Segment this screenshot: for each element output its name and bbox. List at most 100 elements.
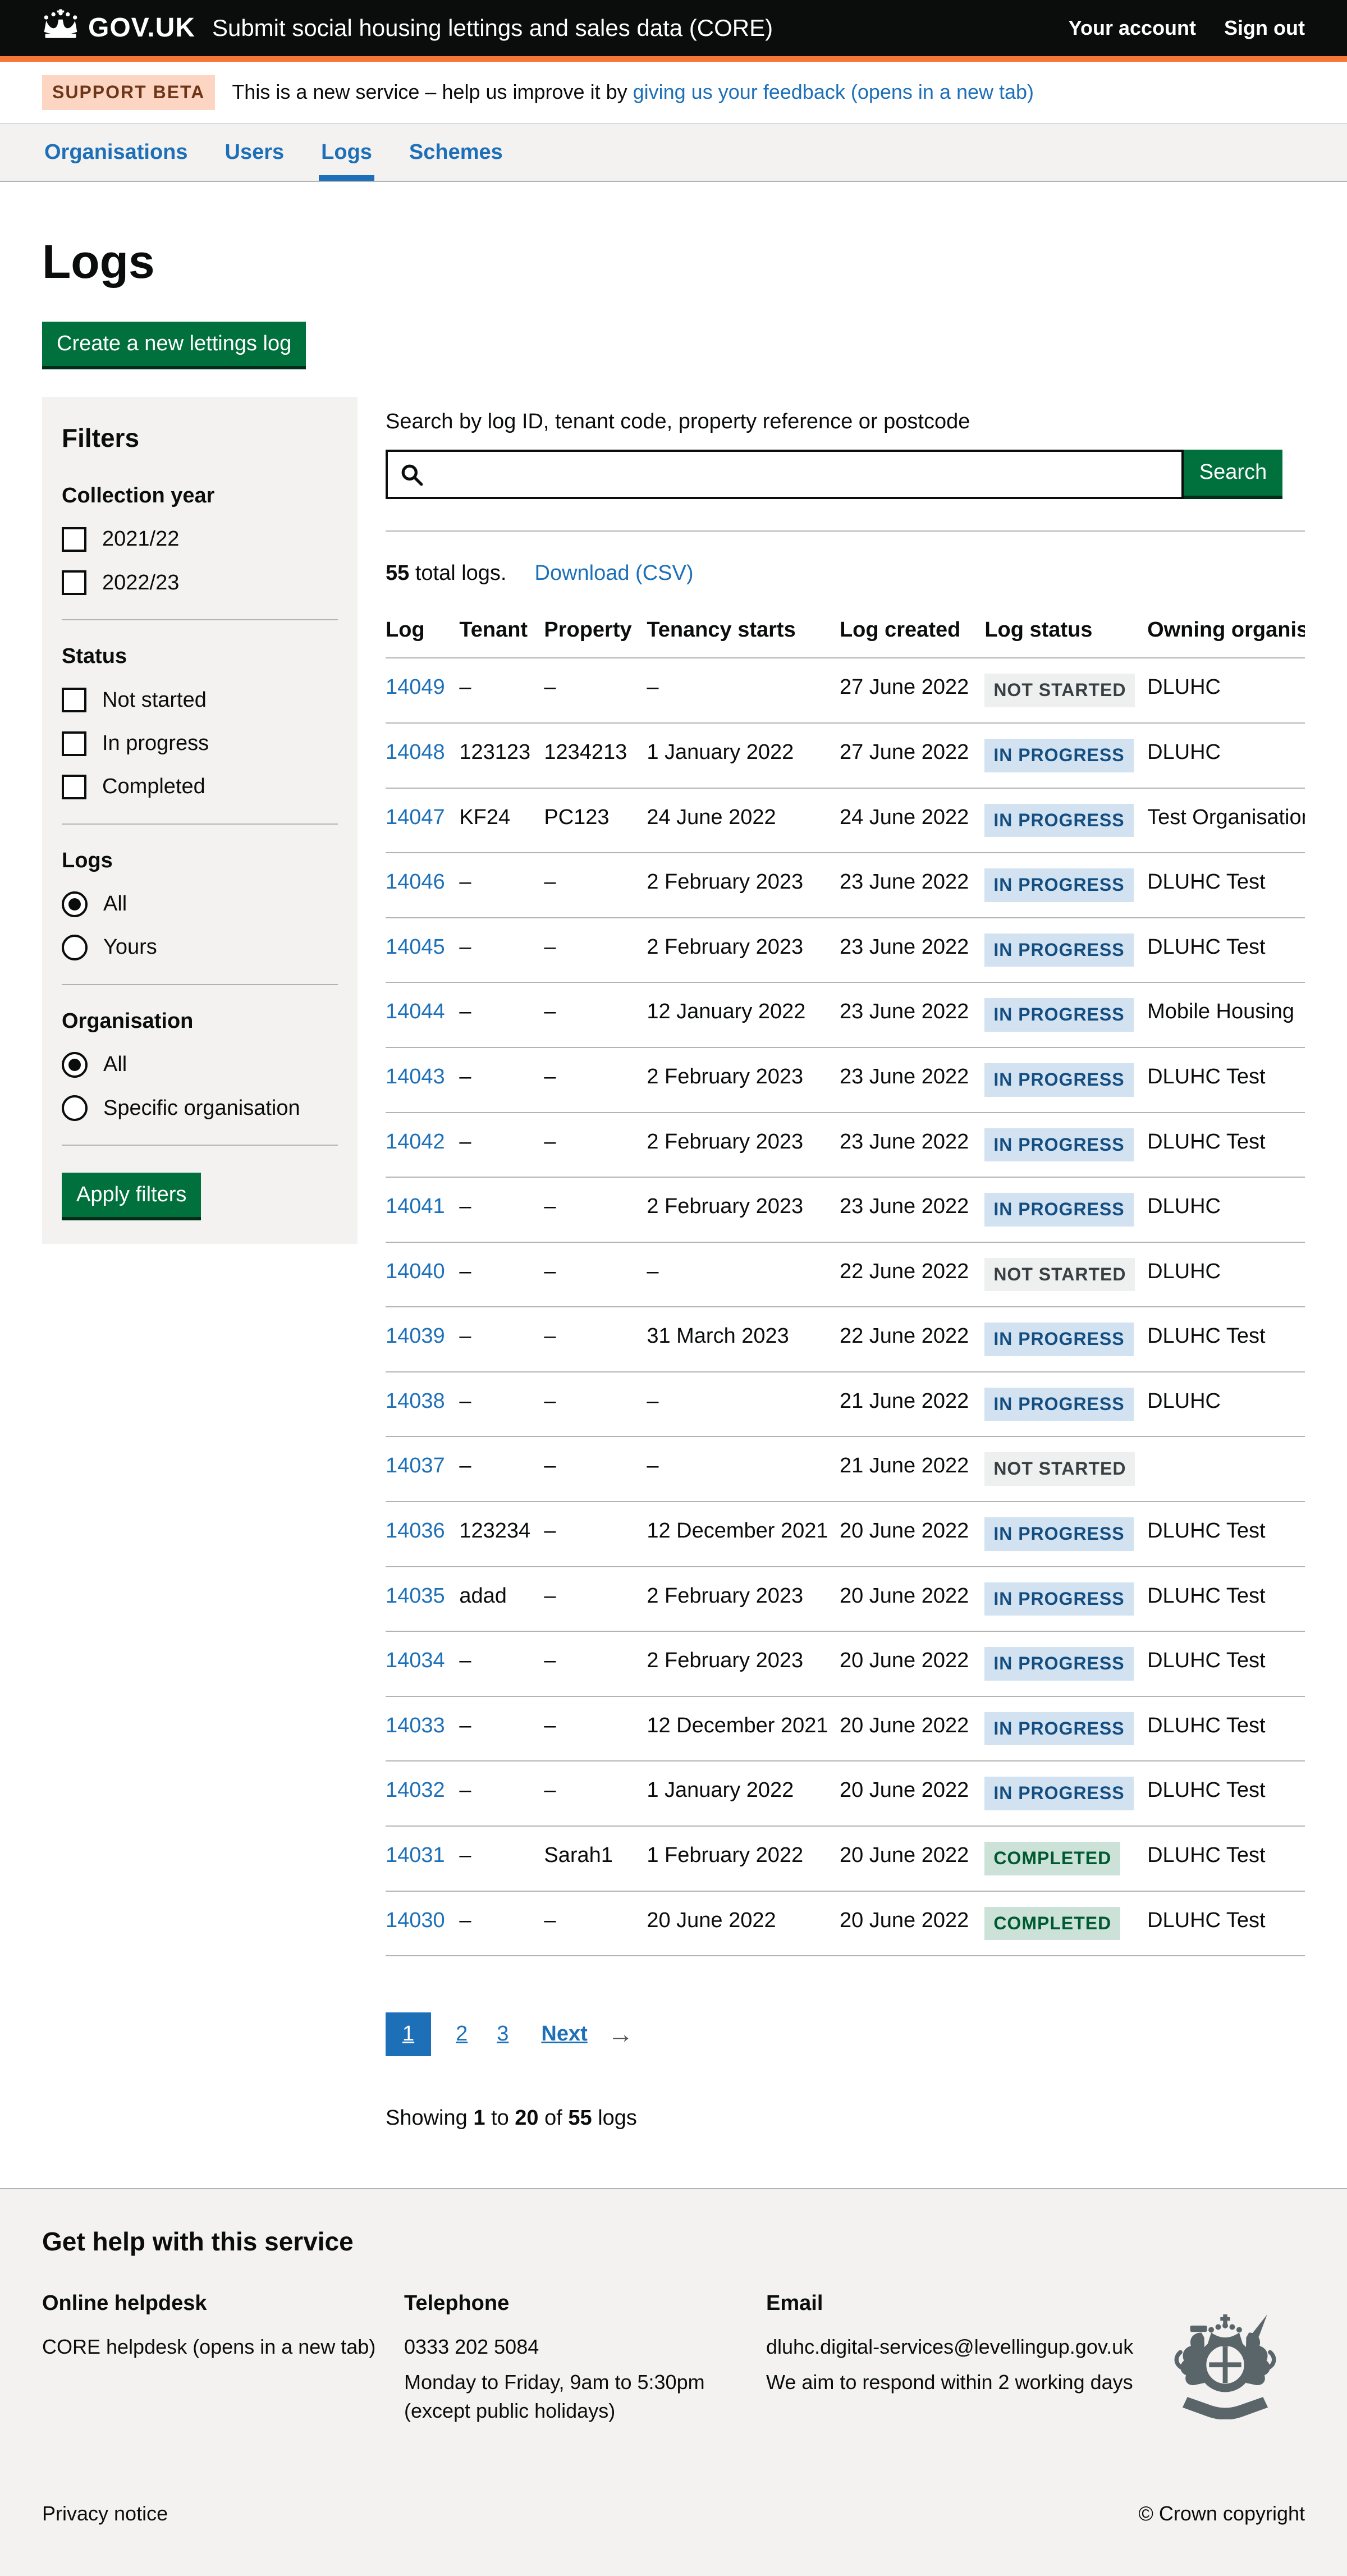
log-id-link[interactable]: 14038 [386, 1389, 445, 1413]
page-link-3[interactable]: 3 [492, 2012, 513, 2056]
radio-unchecked-icon[interactable] [62, 935, 88, 960]
log-id-link[interactable]: 14043 [386, 1065, 445, 1088]
status-badge: IN PROGRESS [984, 1128, 1133, 1162]
privacy-notice-link[interactable]: Privacy notice [42, 2501, 168, 2527]
filter-option-2022-23[interactable]: 2022/23 [62, 569, 338, 597]
log-id-link[interactable]: 14040 [386, 1260, 445, 1283]
status-badge: COMPLETED [984, 1842, 1120, 1875]
cell-log-status: COMPLETED [984, 1891, 1147, 1956]
service-name-link[interactable]: Submit social housing lettings and sales… [212, 13, 773, 44]
checkbox-unchecked-icon[interactable] [62, 570, 86, 595]
log-id-link[interactable]: 14036 [386, 1519, 445, 1543]
govuk-header: GOV.UK Submit social housing lettings an… [0, 0, 1347, 62]
cell-tenant: – [459, 1177, 544, 1242]
log-id-link[interactable]: 14037 [386, 1454, 445, 1477]
tab-link-logs[interactable]: Logs [319, 124, 374, 181]
showing-suffix: logs [592, 2106, 637, 2130]
filter-option-all[interactable]: All [62, 1051, 338, 1078]
log-id-link[interactable]: 14039 [386, 1324, 445, 1348]
log-id-link[interactable]: 14044 [386, 1000, 445, 1023]
cell-tenant: – [459, 1696, 544, 1761]
cell-tenancy-starts: – [647, 658, 840, 723]
status-badge: IN PROGRESS [984, 1323, 1133, 1356]
filter-group-status: StatusNot startedIn progressCompleted [62, 643, 338, 801]
log-id-link[interactable]: 14046 [386, 870, 445, 894]
radio-unchecked-icon[interactable] [62, 1095, 88, 1121]
crown-copyright-link[interactable]: © Crown copyright [1138, 2501, 1305, 2527]
cell-tenant: – [459, 853, 544, 918]
core-helpdesk-link[interactable]: CORE helpdesk (opens in a new tab) [42, 2335, 375, 2358]
filter-group-collection-year: Collection year2021/222022/23 [62, 482, 338, 597]
log-id-link[interactable]: 14042 [386, 1130, 445, 1154]
filter-option-all[interactable]: All [62, 890, 338, 918]
log-id-link[interactable]: 14032 [386, 1778, 445, 1802]
table-row: 14036123234–12 December 202120 June 2022… [386, 1502, 1305, 1567]
filter-option-not-started[interactable]: Not started [62, 687, 338, 714]
your-account-link[interactable]: Your account [1069, 15, 1196, 42]
log-id-link[interactable]: 14031 [386, 1843, 445, 1867]
column-header-property: Property [544, 606, 647, 658]
feedback-link[interactable]: giving us your feedback (opens in a new … [633, 80, 1034, 103]
column-header-log: Log [386, 606, 459, 658]
govuk-logo[interactable]: GOV.UK [42, 9, 195, 47]
log-id-link[interactable]: 14047 [386, 806, 445, 829]
download-csv-link[interactable]: Download (CSV) [535, 560, 694, 587]
cell-log-created: 21 June 2022 [840, 1372, 984, 1437]
table-row: 1404812312312342131 January 202227 June … [386, 723, 1305, 788]
radio-checked-icon[interactable] [62, 891, 88, 917]
cell-log-created: 23 June 2022 [840, 853, 984, 918]
checkbox-unchecked-icon[interactable] [62, 731, 86, 756]
table-row: 14045––2 February 202323 June 2022IN PRO… [386, 918, 1305, 983]
log-id-link[interactable]: 14049 [386, 675, 445, 699]
cell-tenancy-starts: 2 February 2023 [647, 918, 840, 983]
filter-option-2021-22[interactable]: 2021/22 [62, 525, 338, 553]
results-divider [386, 530, 1305, 532]
apply-filters-button[interactable]: Apply filters [62, 1173, 201, 1217]
log-id-link[interactable]: 14048 [386, 740, 445, 764]
cell-log: 14041 [386, 1177, 459, 1242]
create-lettings-log-button[interactable]: Create a new lettings log [42, 322, 306, 366]
status-badge: NOT STARTED [984, 674, 1135, 707]
table-row: 14031–Sarah11 February 202220 June 2022C… [386, 1826, 1305, 1891]
cell-property: – [544, 1891, 647, 1956]
filter-option-specific-organisation[interactable]: Specific organisation [62, 1095, 338, 1122]
cell-owning-organisation: DLUHC Test [1147, 1761, 1305, 1826]
filters-panel: Filters Collection year2021/222022/23Sta… [42, 397, 358, 1244]
tab-link-organisations[interactable]: Organisations [42, 124, 190, 181]
log-id-link[interactable]: 14033 [386, 1714, 445, 1737]
tab-link-schemes[interactable]: Schemes [407, 124, 505, 181]
log-id-link[interactable]: 14030 [386, 1909, 445, 1932]
sign-out-link[interactable]: Sign out [1224, 15, 1305, 42]
log-id-link[interactable]: 14035 [386, 1584, 445, 1608]
log-id-link[interactable]: 14041 [386, 1195, 445, 1218]
filters-divider [62, 823, 338, 825]
cell-log-created: 20 June 2022 [840, 1891, 984, 1956]
footer: Get help with this service Online helpde… [0, 2188, 1347, 2576]
page-link-2[interactable]: 2 [451, 2012, 472, 2056]
checkbox-unchecked-icon[interactable] [62, 775, 86, 799]
status-badge: IN PROGRESS [984, 1388, 1133, 1421]
log-id-link[interactable]: 14034 [386, 1649, 445, 1672]
pagination: 123Next→ [386, 2012, 1305, 2056]
cell-tenant: adad [459, 1567, 544, 1632]
showing-to-word: to [485, 2106, 515, 2130]
filter-option-in-progress[interactable]: In progress [62, 730, 338, 757]
cell-owning-organisation: Mobile Housing [1147, 982, 1305, 1047]
filter-option-yours[interactable]: Yours [62, 934, 338, 961]
cell-log: 14033 [386, 1696, 459, 1761]
radio-checked-icon[interactable] [62, 1052, 88, 1078]
tab-link-users[interactable]: Users [223, 124, 287, 181]
page-current[interactable]: 1 [386, 2012, 431, 2056]
search-input[interactable] [386, 450, 1184, 499]
checkbox-unchecked-icon[interactable] [62, 527, 86, 552]
filter-option-completed[interactable]: Completed [62, 773, 338, 800]
email-link[interactable]: dluhc.digital-services@levellingup.gov.u… [766, 2335, 1133, 2358]
search-button[interactable]: Search [1184, 450, 1282, 499]
next-page-link[interactable]: Next [541, 2020, 587, 2048]
table-row: 14046––2 February 202323 June 2022IN PRO… [386, 853, 1305, 918]
cell-log: 14039 [386, 1307, 459, 1372]
log-id-link[interactable]: 14045 [386, 935, 445, 959]
checkbox-unchecked-icon[interactable] [62, 688, 86, 712]
cell-property: – [544, 1436, 647, 1502]
table-row: 14049–––27 June 2022NOT STARTEDDLUHC [386, 658, 1305, 723]
